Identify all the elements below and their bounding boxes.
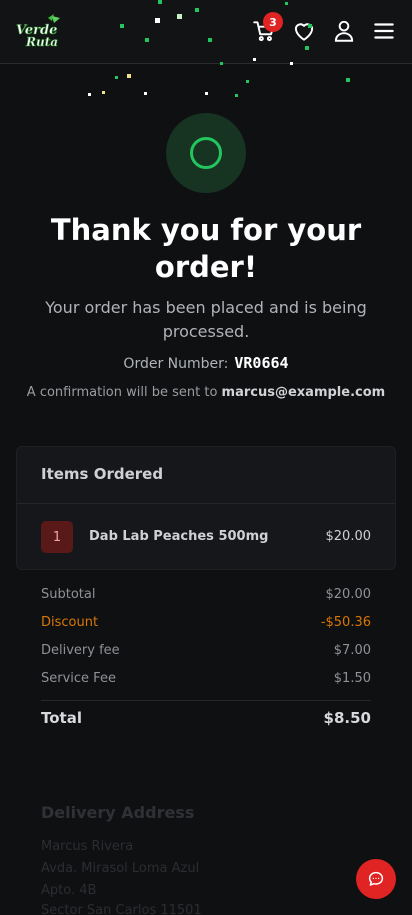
total-label: Total xyxy=(41,709,82,727)
service-fee-value: $1.50 xyxy=(333,671,371,686)
service-fee-label: Service Fee xyxy=(41,671,116,686)
success-ring-icon xyxy=(190,137,222,169)
item-price: $20.00 xyxy=(325,529,372,544)
delivery-fee-label: Delivery fee xyxy=(41,643,120,658)
discount-label: Discount xyxy=(41,615,99,630)
total-row: Total $8.50 xyxy=(41,709,371,727)
order-status-text: Your order has been placed and is being … xyxy=(45,298,367,341)
item-quantity-badge: 1 xyxy=(41,521,73,553)
item-name: Dab Lab Peaches 500mg xyxy=(89,529,269,544)
chat-bubble-icon xyxy=(368,871,384,886)
delivery-address-title: Delivery Address xyxy=(41,803,195,822)
subtotal-row: Subtotal $20.00 xyxy=(41,587,371,602)
discount-row: Discount -$50.36 xyxy=(41,615,371,630)
subtotal-label: Subtotal xyxy=(41,587,96,602)
address-line: Apto. 4B xyxy=(41,883,97,898)
page-title: Thank you for your order! xyxy=(50,213,362,284)
divider xyxy=(17,503,395,504)
verde-ruta-logo[interactable]: Verde Ruta xyxy=(14,14,68,50)
order-number-label: Order Number: xyxy=(123,356,229,372)
total-divider xyxy=(41,700,371,701)
delivery-fee-row: Delivery fee $7.00 xyxy=(41,643,371,658)
address-line: Marcus Rivera xyxy=(41,839,134,854)
confirmation-email-row: A confirmation will be sent to marcus@ex… xyxy=(0,385,412,400)
chat-button[interactable] xyxy=(356,859,396,899)
total-value: $8.50 xyxy=(323,709,371,727)
address-line: Avda. Mirasol Loma Azul xyxy=(41,861,200,876)
order-number-value: VR0664 xyxy=(234,354,289,372)
items-ordered-card: Items Ordered 1 Dab Lab Peaches 500mg $2… xyxy=(16,446,396,570)
items-ordered-title: Items Ordered xyxy=(41,465,164,483)
success-indicator xyxy=(166,113,246,193)
confirmation-text: A confirmation will be sent to xyxy=(26,385,218,400)
delivery-fee-value: $7.00 xyxy=(333,643,371,658)
subtotal-value: $20.00 xyxy=(325,587,372,602)
discount-value: -$50.36 xyxy=(320,615,371,630)
service-fee-row: Service Fee $1.50 xyxy=(41,671,371,686)
address-line: Sector San Carlos 11501 xyxy=(41,903,202,915)
confirmation-email: marcus@example.com xyxy=(221,385,386,400)
svg-text:Ruta: Ruta xyxy=(25,35,58,49)
order-number-row: Order Number: VR0664 xyxy=(0,354,412,372)
confetti-decoration xyxy=(88,0,350,97)
